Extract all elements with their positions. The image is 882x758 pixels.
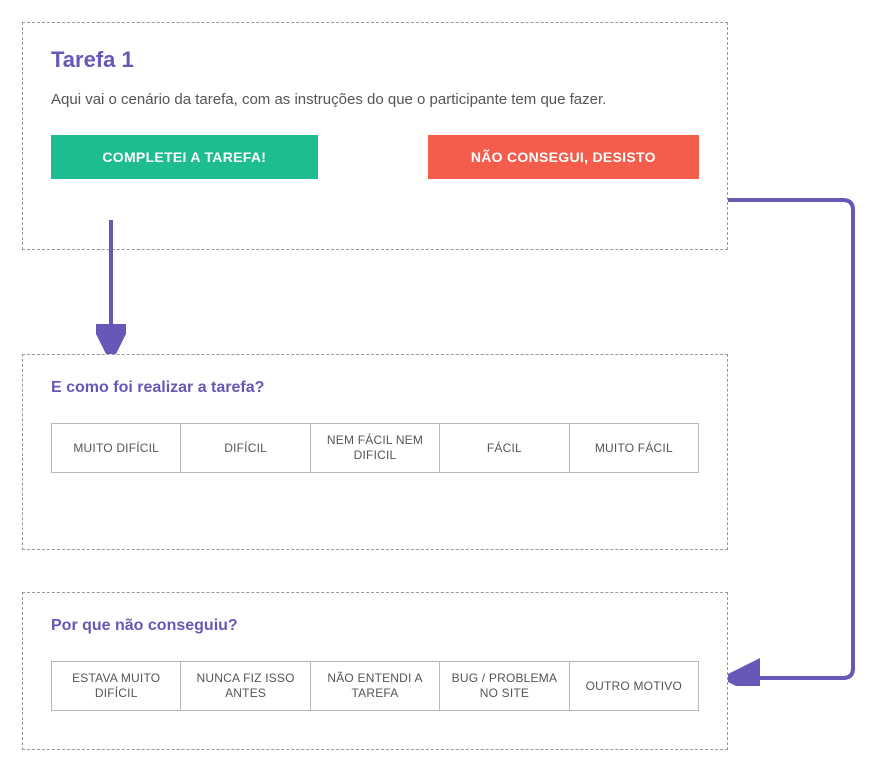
reason-option[interactable]: NÃO ENTENDI A TAREFA — [311, 661, 440, 711]
difficulty-option[interactable]: MUITO DIFÍCIL — [51, 423, 181, 473]
difficulty-question: E como foi realizar a tarefa? — [51, 379, 699, 397]
difficulty-option[interactable]: FÁCIL — [440, 423, 569, 473]
difficulty-options: MUITO DIFÍCIL DIFÍCIL NEM FÁCIL NEM DIFI… — [51, 423, 699, 473]
reason-option[interactable]: ESTAVA MUITO DIFÍCIL — [51, 661, 181, 711]
difficulty-option[interactable]: MUITO FÁCIL — [570, 423, 699, 473]
giveup-button[interactable]: NÃO CONSEGUI, DESISTO — [428, 135, 699, 179]
task-title: Tarefa 1 — [51, 47, 699, 73]
task-button-row: COMPLETEI A TAREFA! NÃO CONSEGUI, DESIST… — [51, 135, 699, 179]
difficulty-panel: E como foi realizar a tarefa? MUITO DIFÍ… — [22, 354, 728, 550]
reason-options: ESTAVA MUITO DIFÍCIL NUNCA FIZ ISSO ANTE… — [51, 661, 699, 711]
reason-panel: Por que não conseguiu? ESTAVA MUITO DIFÍ… — [22, 592, 728, 750]
difficulty-option[interactable]: NEM FÁCIL NEM DIFICIL — [311, 423, 440, 473]
complete-button[interactable]: COMPLETEI A TAREFA! — [51, 135, 318, 179]
difficulty-option[interactable]: DIFÍCIL — [181, 423, 310, 473]
reason-option[interactable]: NUNCA FIZ ISSO ANTES — [181, 661, 310, 711]
task-description: Aqui vai o cenário da tarefa, com as ins… — [51, 89, 671, 111]
arrow-giveup-to-reason — [728, 196, 868, 686]
reason-question: Por que não conseguiu? — [51, 617, 699, 635]
reason-option[interactable]: BUG / PROBLEMA NO SITE — [440, 661, 569, 711]
task-panel: Tarefa 1 Aqui vai o cenário da tarefa, c… — [22, 22, 728, 250]
reason-option[interactable]: OUTRO MOTIVO — [570, 661, 699, 711]
